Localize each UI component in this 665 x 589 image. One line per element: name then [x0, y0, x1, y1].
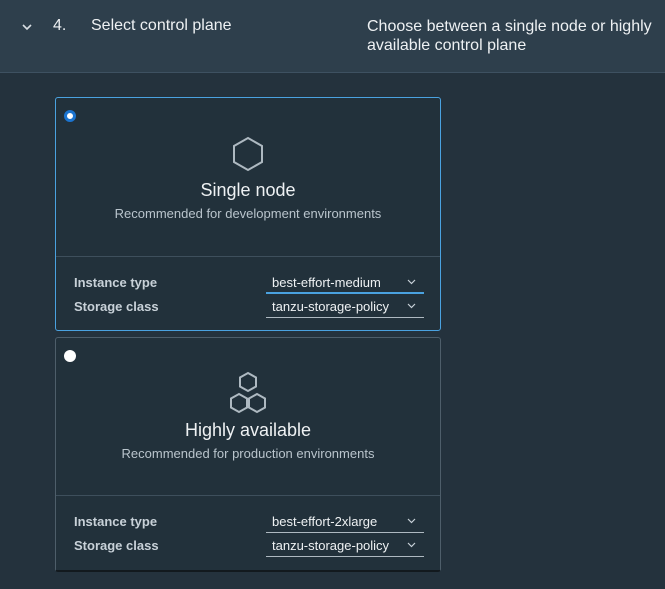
chevron-down-icon — [407, 542, 416, 548]
instance-type-select[interactable]: best-effort-2xlarge — [266, 510, 424, 533]
chevron-down-icon — [407, 279, 416, 285]
option-subtitle: Recommended for production environments — [121, 446, 375, 461]
hexagon-icon — [56, 136, 440, 177]
triple-hexagon-icon — [56, 371, 440, 422]
step-title: Select control plane — [91, 17, 232, 34]
chevron-down-icon[interactable] — [21, 21, 33, 33]
storage-class-select[interactable]: tanzu-storage-policy — [266, 534, 424, 557]
select-value: best-effort-2xlarge — [272, 514, 378, 529]
select-value: tanzu-storage-policy — [272, 299, 390, 314]
step-number: 4. — [53, 17, 67, 34]
option-title: Highly available — [184, 420, 312, 440]
storage-class-label: Storage class — [74, 538, 159, 553]
radio-single-node[interactable] — [64, 110, 76, 122]
divider — [56, 256, 440, 257]
select-value: best-effort-medium — [272, 275, 381, 290]
instance-type-label: Instance type — [74, 514, 158, 529]
select-value: tanzu-storage-policy — [272, 538, 390, 553]
chevron-down-icon — [407, 303, 416, 309]
radio-highly-available[interactable] — [64, 350, 76, 362]
instance-type-select[interactable]: best-effort-medium — [266, 271, 424, 294]
step-description: Choose between a single node or highly a… — [367, 18, 652, 54]
storage-class-select[interactable]: tanzu-storage-policy — [266, 295, 424, 318]
option-card-single-node[interactable]: Single node Recommended for development … — [55, 97, 441, 331]
option-subtitle: Recommended for development environments — [114, 206, 382, 221]
storage-class-label: Storage class — [74, 299, 159, 314]
step-header[interactable]: 4. Select control plane Choose between a… — [0, 0, 665, 73]
instance-type-label: Instance type — [74, 275, 158, 290]
option-card-highly-available[interactable]: Highly available Recommended for product… — [55, 337, 441, 572]
divider — [56, 495, 440, 496]
option-title: Single node — [200, 180, 296, 200]
chevron-down-icon — [407, 518, 416, 524]
